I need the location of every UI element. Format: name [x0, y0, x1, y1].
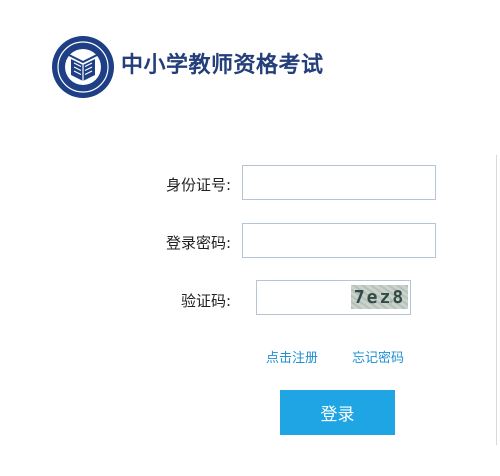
password-label: 登录密码: [165, 234, 231, 252]
register-link[interactable]: 点击注册 [266, 347, 318, 366]
captcha-label: 验证码: [180, 292, 231, 310]
id-number-label: 身份证号: [165, 176, 231, 194]
password-input[interactable] [242, 223, 436, 258]
logo [51, 35, 115, 99]
captcha-image[interactable]: 7ez8 [351, 285, 408, 309]
divider [496, 155, 497, 445]
forgot-password-link[interactable]: 忘记密码 [352, 347, 404, 366]
login-button[interactable]: 登录 [280, 390, 395, 435]
book-emblem-icon [52, 36, 114, 98]
page-title: 中小学教师资格考试 [121, 53, 324, 78]
id-number-input[interactable] [242, 165, 436, 200]
